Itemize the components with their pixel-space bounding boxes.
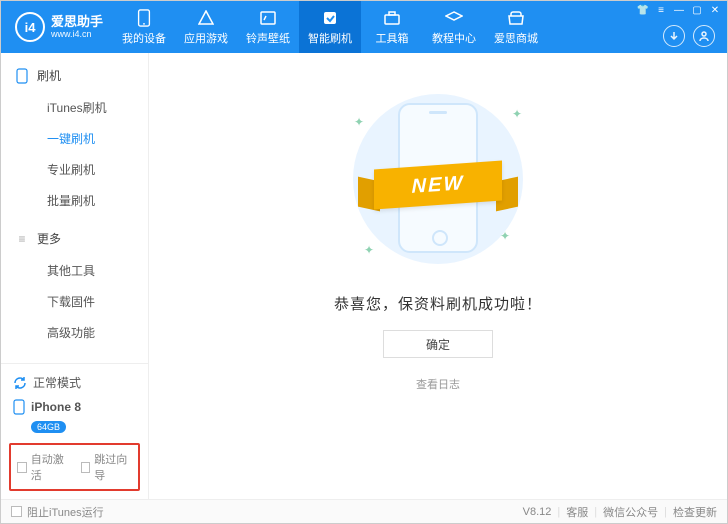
nav-label: 智能刷机 <box>308 30 352 46</box>
success-illustration: ✦✦✦✦ NEW <box>318 89 558 269</box>
flash-icon <box>320 8 340 28</box>
skin-icon[interactable]: 👕 <box>637 4 649 16</box>
mode-label: 正常模式 <box>33 374 81 391</box>
check-update-link[interactable]: 检查更新 <box>673 504 717 520</box>
phone-icon <box>13 399 25 415</box>
store-icon <box>506 8 526 28</box>
nav-flash[interactable]: 智能刷机 <box>299 1 361 53</box>
sidebar-item-batch-flash[interactable]: 批量刷机 <box>1 185 148 216</box>
sidebar: 刷机 iTunes刷机 一键刷机 专业刷机 批量刷机 ≡ 更多 其他工具 下载固… <box>1 53 149 499</box>
refresh-icon <box>13 376 27 390</box>
apps-icon <box>196 8 216 28</box>
sidebar-item-itunes-flash[interactable]: iTunes刷机 <box>1 92 148 123</box>
group-title: 更多 <box>37 230 61 247</box>
sidebar-item-other-tools[interactable]: 其他工具 <box>1 255 148 286</box>
storage-badge: 64GB <box>31 421 66 433</box>
sidebar-item-oneclick-flash[interactable]: 一键刷机 <box>1 123 148 154</box>
device-panel: 正常模式 iPhone 8 64GB <box>1 363 148 439</box>
toolbox-icon <box>382 8 402 28</box>
sidebar-item-advanced[interactable]: 高级功能 <box>1 317 148 348</box>
auto-activate-checkbox[interactable]: 自动激活 <box>17 451 69 483</box>
version-label: V8.12 <box>523 506 552 518</box>
more-icon: ≡ <box>15 232 29 246</box>
brand-name: 爱思助手 <box>51 15 103 29</box>
phone-icon <box>134 8 154 28</box>
menu-icon[interactable]: ≡ <box>655 4 667 16</box>
nav-ringtones[interactable]: 铃声壁纸 <box>237 1 299 53</box>
nav-label: 工具箱 <box>376 30 409 46</box>
group-title: 刷机 <box>37 67 61 84</box>
nav-label: 爱思商城 <box>494 30 538 46</box>
logo[interactable]: i4 爱思助手 www.i4.cn <box>1 1 113 53</box>
nav-store[interactable]: 爱思商城 <box>485 1 547 53</box>
nav-toolbox[interactable]: 工具箱 <box>361 1 423 53</box>
nav-label: 我的设备 <box>122 30 166 46</box>
sidebar-item-download-firmware[interactable]: 下载固件 <box>1 286 148 317</box>
support-link[interactable]: 客服 <box>566 504 588 520</box>
device-mode[interactable]: 正常模式 <box>11 370 138 395</box>
top-nav: 我的设备 应用游戏 铃声壁纸 智能刷机 工具箱 教程中心 <box>113 1 547 53</box>
main-content: ✦✦✦✦ NEW 恭喜您，保资料刷机成功啦！ 确定 查看日志 <box>149 53 727 499</box>
device-name: iPhone 8 <box>31 400 81 414</box>
view-log-link[interactable]: 查看日志 <box>416 376 460 392</box>
block-itunes-checkbox[interactable]: 阻止iTunes运行 <box>11 504 104 520</box>
sidebar-item-pro-flash[interactable]: 专业刷机 <box>1 154 148 185</box>
ok-button[interactable]: 确定 <box>383 330 493 358</box>
nav-label: 应用游戏 <box>184 30 228 46</box>
status-bar: 阻止iTunes运行 V8.12 | 客服 | 微信公众号 | 检查更新 <box>1 499 727 523</box>
brand-domain: www.i4.cn <box>51 29 103 39</box>
success-message: 恭喜您，保资料刷机成功啦！ <box>334 293 542 314</box>
download-button[interactable] <box>663 25 685 47</box>
chk-label: 跳过向导 <box>94 451 132 483</box>
nav-games[interactable]: 应用游戏 <box>175 1 237 53</box>
wallpaper-icon <box>258 8 278 28</box>
nav-label: 教程中心 <box>432 30 476 46</box>
nav-label: 铃声壁纸 <box>246 30 290 46</box>
flash-options-box: 自动激活 跳过向导 <box>9 443 140 491</box>
user-button[interactable] <box>693 25 715 47</box>
chk-label: 自动激活 <box>31 451 69 483</box>
title-bar: i4 爱思助手 www.i4.cn 我的设备 应用游戏 铃声壁纸 智能刷机 <box>1 1 727 53</box>
phone-outline-icon <box>15 68 29 84</box>
chk-label: 阻止iTunes运行 <box>27 504 104 520</box>
nav-tutorial[interactable]: 教程中心 <box>423 1 485 53</box>
minimize-icon[interactable]: — <box>673 4 685 16</box>
device-name-row[interactable]: iPhone 8 <box>11 395 138 419</box>
close-icon[interactable]: ✕ <box>709 4 721 16</box>
sidebar-group-more[interactable]: ≡ 更多 <box>1 224 148 253</box>
sidebar-group-flash[interactable]: 刷机 <box>1 61 148 90</box>
logo-icon: i4 <box>15 12 45 42</box>
skip-setup-checkbox[interactable]: 跳过向导 <box>81 451 133 483</box>
nav-devices[interactable]: 我的设备 <box>113 1 175 53</box>
tutorial-icon <box>444 8 464 28</box>
wechat-link[interactable]: 微信公众号 <box>603 504 658 520</box>
maximize-icon[interactable]: ▢ <box>691 4 703 16</box>
